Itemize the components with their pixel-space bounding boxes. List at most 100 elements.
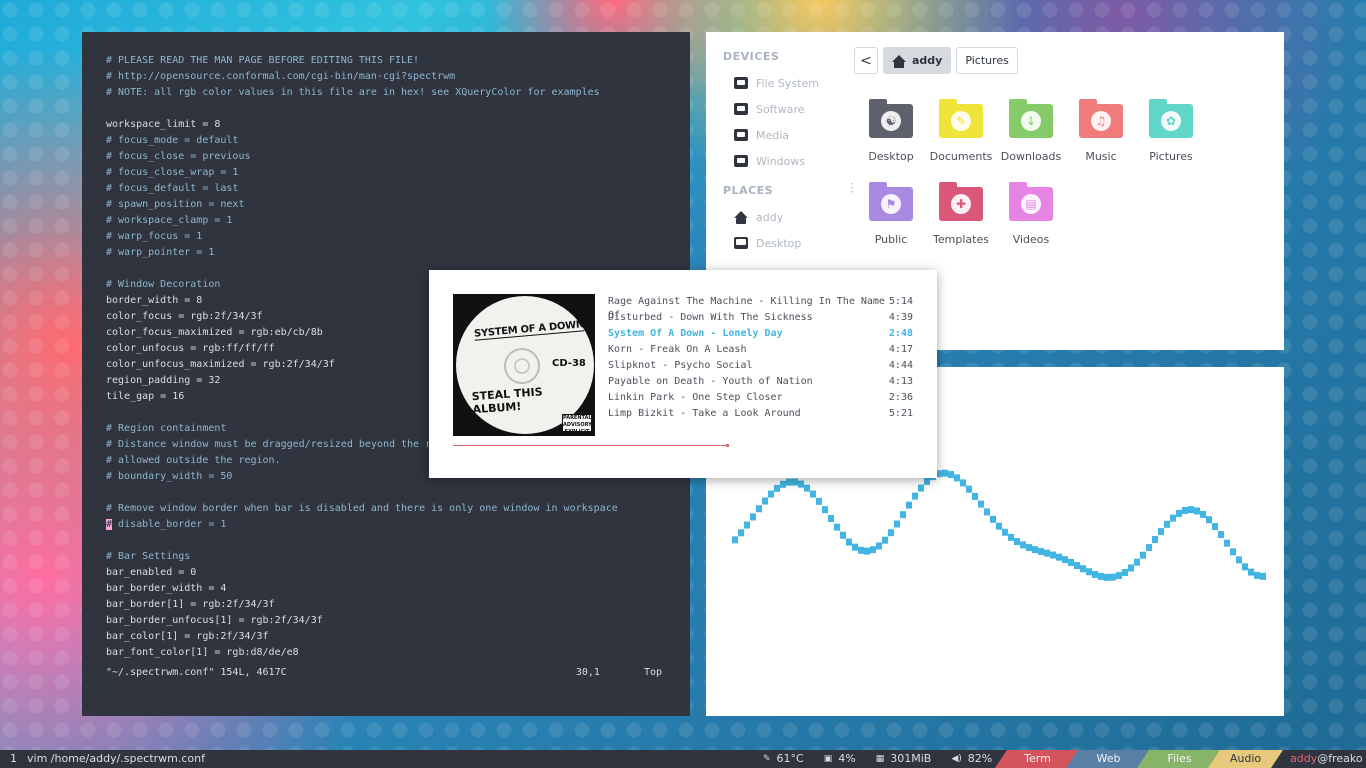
- playlist-item[interactable]: Rage Against The Machine - Killing In Th…: [608, 295, 913, 321]
- editor-line[interactable]: # focus_close_wrap = 1: [106, 165, 690, 181]
- folder-documents[interactable]: ✎ Documents: [926, 98, 996, 163]
- window-title: vim /home/addy/.spectrwm.conf: [27, 752, 205, 765]
- system-stats: ✎ 61°C ▣ 4% ▦ 301MiB ◀) 82%: [763, 750, 992, 768]
- editor-line[interactable]: [106, 533, 690, 549]
- tag-web[interactable]: Web: [1066, 750, 1151, 768]
- visualizer-segment: [1164, 520, 1170, 528]
- track-title: Limp Bizkit - Take a Look Around: [608, 408, 801, 419]
- tag-files[interactable]: Files: [1137, 750, 1222, 768]
- editor-line[interactable]: # http://opensource.conformal.com/cgi-bi…: [106, 69, 690, 85]
- tag-audio[interactable]: Audio: [1208, 750, 1283, 768]
- tag-term[interactable]: Term: [995, 750, 1080, 768]
- editor-line[interactable]: # Remove window border when bar is disab…: [106, 501, 690, 517]
- visualizer-segment: [876, 542, 882, 550]
- sidebar-item-home[interactable]: addy: [722, 204, 852, 230]
- playlist-item[interactable]: System Of A Down - Lonely Day 2:48: [608, 327, 913, 343]
- editor-line[interactable]: # Bar Settings: [106, 549, 690, 565]
- visualizer-segment: [786, 478, 792, 486]
- editor-line[interactable]: bar_border_width = 4: [106, 581, 690, 597]
- visualizer-segment: [1158, 528, 1164, 536]
- music-player-window[interactable]: SYSTEM OF A DOWN CD-38 STEAL THIS ALBUM!…: [429, 270, 937, 478]
- track-duration: 4:17: [888, 344, 913, 355]
- visualizer-segment: [822, 506, 828, 514]
- sidebar-item-label: Windows: [756, 154, 806, 168]
- folder-glyph: ☯: [881, 111, 901, 131]
- path-label: addy: [912, 54, 943, 67]
- sidebar-item-windows[interactable]: Windows: [722, 148, 852, 174]
- sidebar: DEVICES File System Software Media Windo…: [722, 48, 852, 256]
- editor-line[interactable]: # focus_mode = default: [106, 133, 690, 149]
- editor-line[interactable]: bar_color[1] = rgb:2f/34/3f: [106, 629, 690, 645]
- progress-bar[interactable]: [453, 444, 729, 447]
- username: addy: [1290, 752, 1318, 765]
- editor-line[interactable]: bar_border[1] = rgb:2f/34/3f: [106, 597, 690, 613]
- folder-videos[interactable]: ▤ Videos: [996, 181, 1066, 246]
- status-file: "~/.spectrwm.conf" 154L, 4617C: [106, 667, 287, 678]
- track-title: Slipknot - Psycho Social: [608, 360, 753, 371]
- folder-desktop[interactable]: ☯ Desktop: [856, 98, 926, 163]
- cpu-icon: ▣: [823, 754, 833, 764]
- sidebar-item-media[interactable]: Media: [722, 122, 852, 148]
- editor-line[interactable]: # focus_default = last: [106, 181, 690, 197]
- editor-line[interactable]: # PLEASE READ THE MAN PAGE BEFORE EDITIN…: [106, 53, 690, 69]
- back-button[interactable]: <: [854, 47, 878, 74]
- visualizer-segment: [1212, 523, 1218, 531]
- folder-music[interactable]: ♫ Music: [1066, 98, 1136, 163]
- editor-line[interactable]: # disable_border = 1: [106, 517, 690, 533]
- editor-line[interactable]: bar_border_unfocus[1] = rgb:2f/34/3f: [106, 613, 690, 629]
- visualizer-segment: [834, 523, 840, 531]
- folder-pictures[interactable]: ✿ Pictures: [1136, 98, 1206, 163]
- visualizer-segment: [1152, 536, 1158, 544]
- visualizer-segment: [924, 477, 930, 485]
- folder-downloads[interactable]: ↓ Downloads: [996, 98, 1066, 163]
- editor-line[interactable]: bar_enabled = 0: [106, 565, 690, 581]
- visualizer-segment: [1008, 533, 1014, 541]
- visualizer-segment: [1188, 506, 1194, 514]
- playlist-item[interactable]: Linkin Park - One Step Closer 2:36: [608, 391, 913, 407]
- editor-line[interactable]: bar_font_color[1] = rgb:d8/de/e8: [106, 645, 690, 661]
- playlist-item[interactable]: Disturbed - Down With The Sickness 4:39: [608, 311, 913, 327]
- home-icon: [734, 210, 748, 224]
- editor-line[interactable]: workspace_limit = 8: [106, 117, 690, 133]
- track-title: Payable on Death - Youth of Nation: [608, 376, 813, 387]
- visualizer-segment: [894, 520, 900, 528]
- visualizer-segment: [828, 514, 834, 522]
- sidebar-item-file-system[interactable]: File System: [722, 70, 852, 96]
- sidebar-resize-handle[interactable]: · · ·: [850, 178, 854, 198]
- editor-line[interactable]: # focus_close = previous: [106, 149, 690, 165]
- sidebar-item-desktop[interactable]: Desktop: [722, 230, 852, 256]
- playlist-item[interactable]: Payable on Death - Youth of Nation 4:13: [608, 375, 913, 391]
- editor-line[interactable]: [106, 101, 690, 117]
- sidebar-item-software[interactable]: Software: [722, 96, 852, 122]
- path-label: Pictures: [965, 54, 1009, 67]
- playlist-item[interactable]: Slipknot - Psycho Social 4:44: [608, 359, 913, 375]
- editor-line[interactable]: # NOTE: all rgb color values in this fil…: [106, 85, 690, 101]
- parental-advisory-label: PARENTAL ADVISORY EXPLICIT CONTENT: [562, 414, 592, 435]
- folder-public[interactable]: ⚑ Public: [856, 181, 926, 246]
- folder-templates[interactable]: ✚ Templates: [926, 181, 996, 246]
- visualizer-segment: [1146, 544, 1152, 552]
- editor-line[interactable]: [106, 485, 690, 501]
- path-button-pictures[interactable]: Pictures: [956, 47, 1018, 74]
- folder-glyph: ⚑: [881, 194, 901, 214]
- sidebar-item-label: Desktop: [756, 236, 802, 250]
- path-bar: < addy Pictures: [854, 47, 1018, 74]
- editor-line[interactable]: # spawn_position = next: [106, 197, 690, 213]
- playlist-item[interactable]: Limp Bizkit - Take a Look Around 5:21: [608, 407, 913, 423]
- folder-glyph: ✿: [1161, 111, 1181, 131]
- visualizer-segment: [846, 538, 852, 546]
- visualizer-segment: [1038, 547, 1044, 555]
- visualizer-segment: [1086, 568, 1092, 576]
- workspace-number[interactable]: 1: [10, 750, 17, 768]
- status-cursor-position: 30,1: [575, 667, 600, 678]
- folder-grid: ☯ Desktop ✎ Documents ↓ Downloads ♫ Music ✿ Pictu…: [856, 98, 1206, 246]
- visualizer-segment: [1230, 548, 1236, 556]
- editor-line[interactable]: # warp_focus = 1: [106, 229, 690, 245]
- editor-line[interactable]: # warp_pointer = 1: [106, 245, 690, 261]
- path-button-home[interactable]: addy: [883, 47, 952, 74]
- visualizer-segment: [858, 546, 864, 554]
- visualizer-segment: [1176, 509, 1182, 517]
- playlist-item[interactable]: Korn - Freak On A Leash 4:17: [608, 343, 913, 359]
- editor-line[interactable]: # workspace_clamp = 1: [106, 213, 690, 229]
- cpu-usage: 4%: [838, 752, 856, 765]
